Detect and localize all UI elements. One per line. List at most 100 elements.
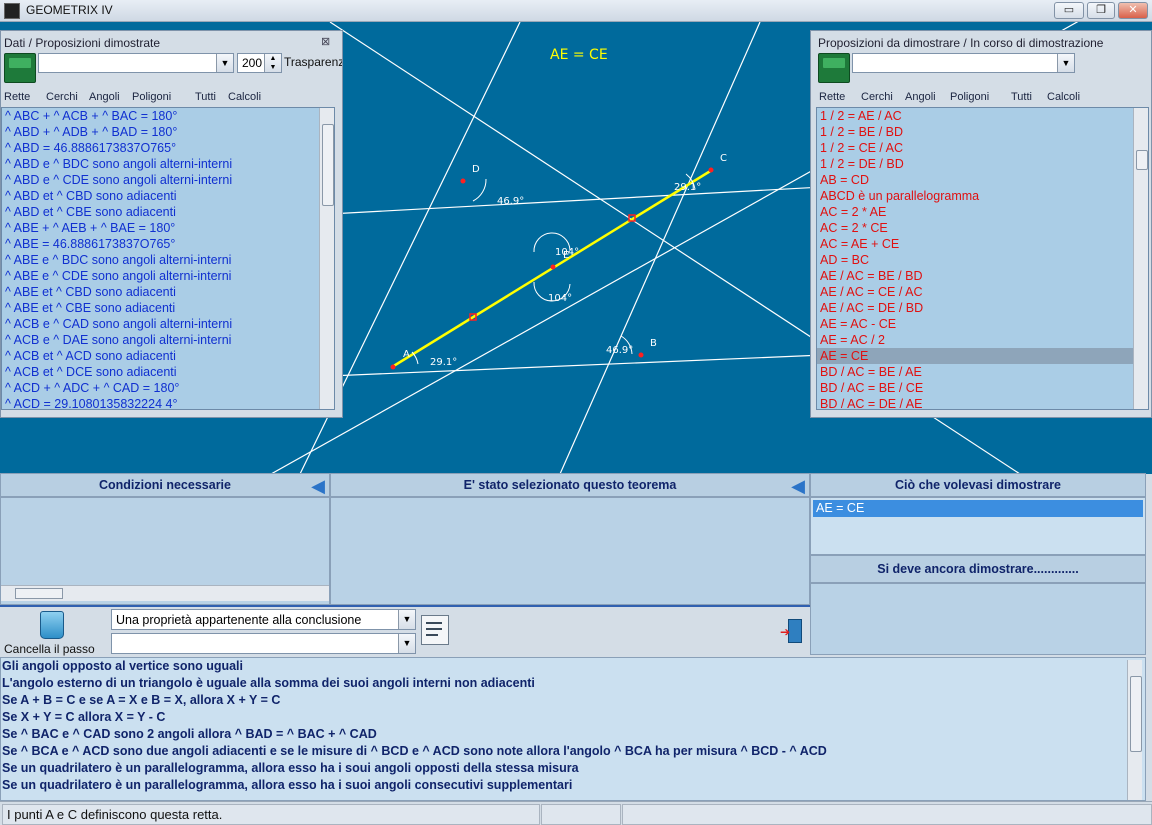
necessary-conditions-pane[interactable] [0, 497, 330, 605]
scroll-thumb[interactable] [1136, 150, 1148, 170]
line-bc [559, 22, 761, 474]
rule-item[interactable]: Se un quadrilatero è un parallelogramma,… [1, 777, 1145, 794]
tab-calcoli[interactable]: Calcoli [228, 91, 261, 103]
given-list-item[interactable]: ^ ABE + ^ AEB + ^ BAE = 180° [2, 220, 334, 236]
transparency-spinner[interactable]: 200 ▲ ▼ [237, 53, 282, 73]
tab-cerchi[interactable]: Cerchi [861, 91, 893, 103]
tab-tutti[interactable]: Tutti [195, 91, 216, 103]
tab-poligoni[interactable]: Poligoni [132, 91, 171, 103]
given-list-item[interactable]: ^ ABC + ^ ACB + ^ BAC = 180° [2, 108, 334, 124]
rule-item[interactable]: Se un quadrilatero è un parallelogramma,… [1, 760, 1145, 777]
given-list-item[interactable]: ^ ABE e ^ BDC sono angoli alterni-intern… [2, 252, 334, 268]
goal-list-item[interactable]: AD = BC [817, 252, 1148, 268]
rule-item[interactable]: Se X + Y = C allora X = Y - C [1, 709, 1145, 726]
rule-item[interactable]: L'angolo esterno di un triangolo è ugual… [1, 675, 1145, 692]
given-list-item[interactable]: ^ ACB et ^ DCE sono adiacenti [2, 364, 334, 380]
tab-rette[interactable]: Rette [819, 91, 845, 103]
tab-tutti[interactable]: Tutti [1011, 91, 1032, 103]
scroll-thumb[interactable] [322, 124, 334, 206]
close-button[interactable]: ✕ [1118, 2, 1148, 19]
given-list-item[interactable]: ^ ABD + ^ ADB + ^ BAD = 180° [2, 124, 334, 140]
maximize-button[interactable]: ❐ [1087, 2, 1115, 19]
goal-list-item[interactable]: 1 / 2 = AE / AC [817, 108, 1148, 124]
goal-list-item[interactable]: AE = AC / 2 [817, 332, 1148, 348]
chevron-down-icon[interactable]: ▼ [398, 634, 415, 653]
given-list-item[interactable]: ^ ABE e ^ CDE sono angoli alterni-intern… [2, 268, 334, 284]
spinner-arrows-icon[interactable]: ▲ ▼ [264, 54, 281, 72]
tab-rette[interactable]: Rette [4, 91, 30, 103]
delete-step-label[interactable]: Cancella il passo [4, 642, 95, 656]
chalkboard-icon[interactable] [4, 53, 36, 83]
chevron-down-icon[interactable]: ▼ [216, 54, 233, 72]
tab-poligoni[interactable]: Poligoni [950, 91, 989, 103]
given-list-item[interactable]: ^ ABD e ^ BDC sono angoli alterni-intern… [2, 156, 334, 172]
wanted-header: Ciò che volevasi dimostrare [810, 473, 1146, 497]
property-combo[interactable]: ▼ [111, 633, 416, 654]
double-left-arrow-icon[interactable]: ◀ [787, 476, 809, 496]
exit-door-icon[interactable]: ➔ [780, 619, 802, 643]
scroll-thumb[interactable] [1130, 676, 1142, 752]
selected-theorem-pane[interactable] [330, 497, 810, 605]
given-list-item[interactable]: ^ ABE = 46.8886173837O765° [2, 236, 334, 252]
goal-list-item[interactable]: BD / AC = DE / AE [817, 396, 1148, 409]
panel-close-icon[interactable]: ⊠ [321, 36, 334, 49]
goal-list-item[interactable]: AE / AC = CE / AC [817, 284, 1148, 300]
wanted-pane[interactable]: AE = CE [810, 497, 1146, 555]
tab-calcoli[interactable]: Calcoli [1047, 91, 1080, 103]
conclusion-combo[interactable]: Una proprietà appartenente alla conclusi… [111, 609, 416, 630]
given-list-item[interactable]: ^ ABD = 46.8886173837O765° [2, 140, 334, 156]
minimize-button[interactable]: ▭ [1054, 2, 1084, 19]
scroll-thumb[interactable] [15, 588, 63, 599]
goals-filter-combo[interactable]: ▼ [852, 53, 1075, 73]
wanted-item-selected[interactable]: AE = CE [813, 500, 1143, 517]
chalkboard-icon[interactable] [818, 53, 850, 83]
goal-list-item[interactable]: AC = 2 * CE [817, 220, 1148, 236]
given-filter-combo[interactable]: ▼ [38, 53, 234, 73]
given-list-item[interactable]: ^ ACD + ^ ADC + ^ CAD = 180° [2, 380, 334, 396]
chevron-down-icon[interactable]: ▼ [1057, 54, 1074, 72]
given-panel: Dati / Proposizioni dimostrate ⊠ ▼ 200 ▲… [0, 30, 343, 418]
given-list-item[interactable]: ^ ACB e ^ DAE sono angoli alterni-intern… [2, 332, 334, 348]
goal-list-item[interactable]: ABCD è un parallelogramma [817, 188, 1148, 204]
goal-list-item[interactable]: 1 / 2 = CE / AC [817, 140, 1148, 156]
goal-list-item[interactable]: BD / AC = BE / AE [817, 364, 1148, 380]
tab-angoli[interactable]: Angoli [905, 91, 936, 103]
given-list-item[interactable]: ^ ABD et ^ CBD sono adiacenti [2, 188, 334, 204]
goals-list[interactable]: 1 / 2 = AE / AC 1 / 2 = BE / BD 1 / 2 = CE… [816, 107, 1149, 410]
trash-icon[interactable] [40, 611, 64, 639]
given-list-item[interactable]: ^ ABD et ^ CBE sono adiacenti [2, 204, 334, 220]
goal-list-item[interactable]: 1 / 2 = BE / BD [817, 124, 1148, 140]
goal-list-item[interactable]: AE / AC = BE / BD [817, 268, 1148, 284]
rule-item[interactable]: Se ^ BCA e ^ ACD sono due angoli adiacen… [1, 743, 1145, 760]
still-to-prove-pane[interactable] [810, 583, 1146, 655]
given-list[interactable]: ^ ABC + ^ ACB + ^ BAC = 180° ^ ABD + ^ AD… [1, 107, 335, 410]
goals-scrollbar[interactable] [1133, 108, 1148, 409]
given-list-item[interactable]: ^ ACD = 29.1080135832224 4° [2, 396, 334, 409]
goal-list-item[interactable]: 1 / 2 = DE / BD [817, 156, 1148, 172]
goal-list-item[interactable]: AC = 2 * AE [817, 204, 1148, 220]
given-list-item[interactable]: ^ ABE et ^ CBD sono adiacenti [2, 284, 334, 300]
given-scrollbar[interactable] [319, 108, 334, 409]
goal-list-item[interactable]: BD / AC = BE / CE [817, 380, 1148, 396]
goal-list-item[interactable]: AC = AE + CE [817, 236, 1148, 252]
goal-list-item[interactable]: AE / AC = DE / BD [817, 300, 1148, 316]
rules-scrollbar[interactable] [1127, 660, 1142, 800]
goal-list-item[interactable]: AB = CD [817, 172, 1148, 188]
given-list-item[interactable]: ^ ACB e ^ CAD sono angoli alterni-intern… [2, 316, 334, 332]
horizontal-scrollbar[interactable] [1, 585, 329, 601]
double-left-arrow-icon[interactable]: ◀ [307, 476, 329, 496]
rule-item[interactable]: Gli angoli opposto al vertice sono ugual… [1, 658, 1145, 675]
goal-list-item[interactable]: AE = AC - CE [817, 316, 1148, 332]
rule-item[interactable]: Se ^ BAC e ^ CAD sono 2 angoli allora ^ … [1, 726, 1145, 743]
tab-angoli[interactable]: Angoli [89, 91, 120, 103]
chevron-down-icon[interactable]: ▼ [398, 610, 415, 629]
given-list-item[interactable]: ^ ABE et ^ CBE sono adiacenti [2, 300, 334, 316]
rule-item[interactable]: Se A + B = C e se A = X e B = X, allora … [1, 692, 1145, 709]
tab-cerchi[interactable]: Cerchi [46, 91, 78, 103]
angle-label-top: 104° [555, 247, 579, 258]
notes-edit-icon[interactable] [421, 615, 449, 645]
goal-list-item[interactable]: AE = CE [817, 348, 1148, 364]
given-list-item[interactable]: ^ ABD e ^ CDE sono angoli alterni-intern… [2, 172, 334, 188]
theorem-rules-list[interactable]: Gli angoli opposto al vertice sono ugual… [0, 657, 1146, 801]
given-list-item[interactable]: ^ ACB et ^ ACD sono adiacenti [2, 348, 334, 364]
